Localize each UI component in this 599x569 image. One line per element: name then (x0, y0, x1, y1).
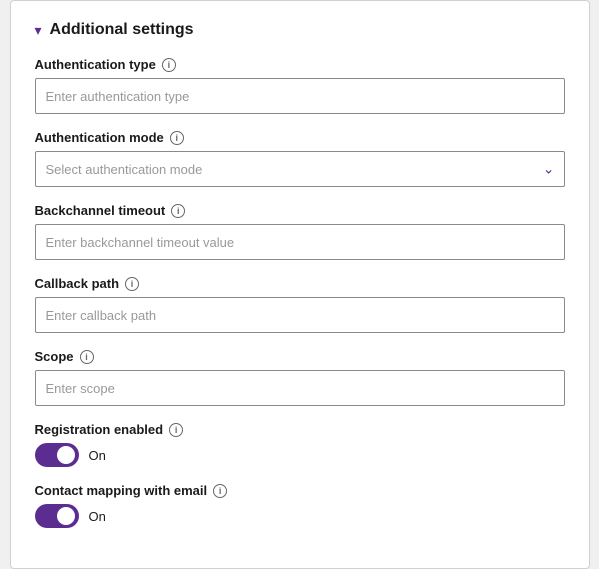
registration-enabled-value: On (89, 448, 106, 463)
callback-path-input[interactable] (35, 297, 565, 333)
callback-path-info-icon[interactable]: i (125, 277, 139, 291)
registration-enabled-info-icon[interactable]: i (169, 423, 183, 437)
registration-enabled-group: Registration enabled i On (35, 422, 565, 467)
authentication-mode-info-icon[interactable]: i (170, 131, 184, 145)
contact-mapping-label: Contact mapping with email i (35, 483, 565, 498)
backchannel-timeout-info-icon[interactable]: i (171, 204, 185, 218)
backchannel-timeout-group: Backchannel timeout i (35, 203, 565, 260)
contact-mapping-toggle-group: On (35, 504, 565, 528)
scope-group: Scope i (35, 349, 565, 406)
scope-input[interactable] (35, 370, 565, 406)
collapse-chevron-icon[interactable]: ▾ (35, 22, 42, 39)
additional-settings-card: ▾ Additional settings Authentication typ… (10, 0, 590, 569)
registration-enabled-slider (35, 443, 79, 467)
authentication-type-info-icon[interactable]: i (162, 58, 176, 72)
contact-mapping-value: On (89, 509, 106, 524)
section-title: Additional settings (50, 21, 194, 39)
authentication-mode-select[interactable]: Select authentication mode (35, 151, 565, 187)
registration-enabled-toggle[interactable] (35, 443, 79, 467)
registration-enabled-toggle-group: On (35, 443, 565, 467)
section-header: ▾ Additional settings (35, 21, 565, 39)
callback-path-label: Callback path i (35, 276, 565, 291)
backchannel-timeout-input[interactable] (35, 224, 565, 260)
contact-mapping-slider (35, 504, 79, 528)
callback-path-group: Callback path i (35, 276, 565, 333)
backchannel-timeout-label: Backchannel timeout i (35, 203, 565, 218)
authentication-mode-select-wrapper: Select authentication mode ⌄ (35, 151, 565, 187)
contact-mapping-group: Contact mapping with email i On (35, 483, 565, 528)
authentication-type-label: Authentication type i (35, 57, 565, 72)
scope-info-icon[interactable]: i (80, 350, 94, 364)
authentication-type-group: Authentication type i (35, 57, 565, 114)
contact-mapping-info-icon[interactable]: i (213, 484, 227, 498)
authentication-mode-group: Authentication mode i Select authenticat… (35, 130, 565, 187)
contact-mapping-toggle[interactable] (35, 504, 79, 528)
registration-enabled-label: Registration enabled i (35, 422, 565, 437)
scope-label: Scope i (35, 349, 565, 364)
authentication-mode-label: Authentication mode i (35, 130, 565, 145)
authentication-type-input[interactable] (35, 78, 565, 114)
